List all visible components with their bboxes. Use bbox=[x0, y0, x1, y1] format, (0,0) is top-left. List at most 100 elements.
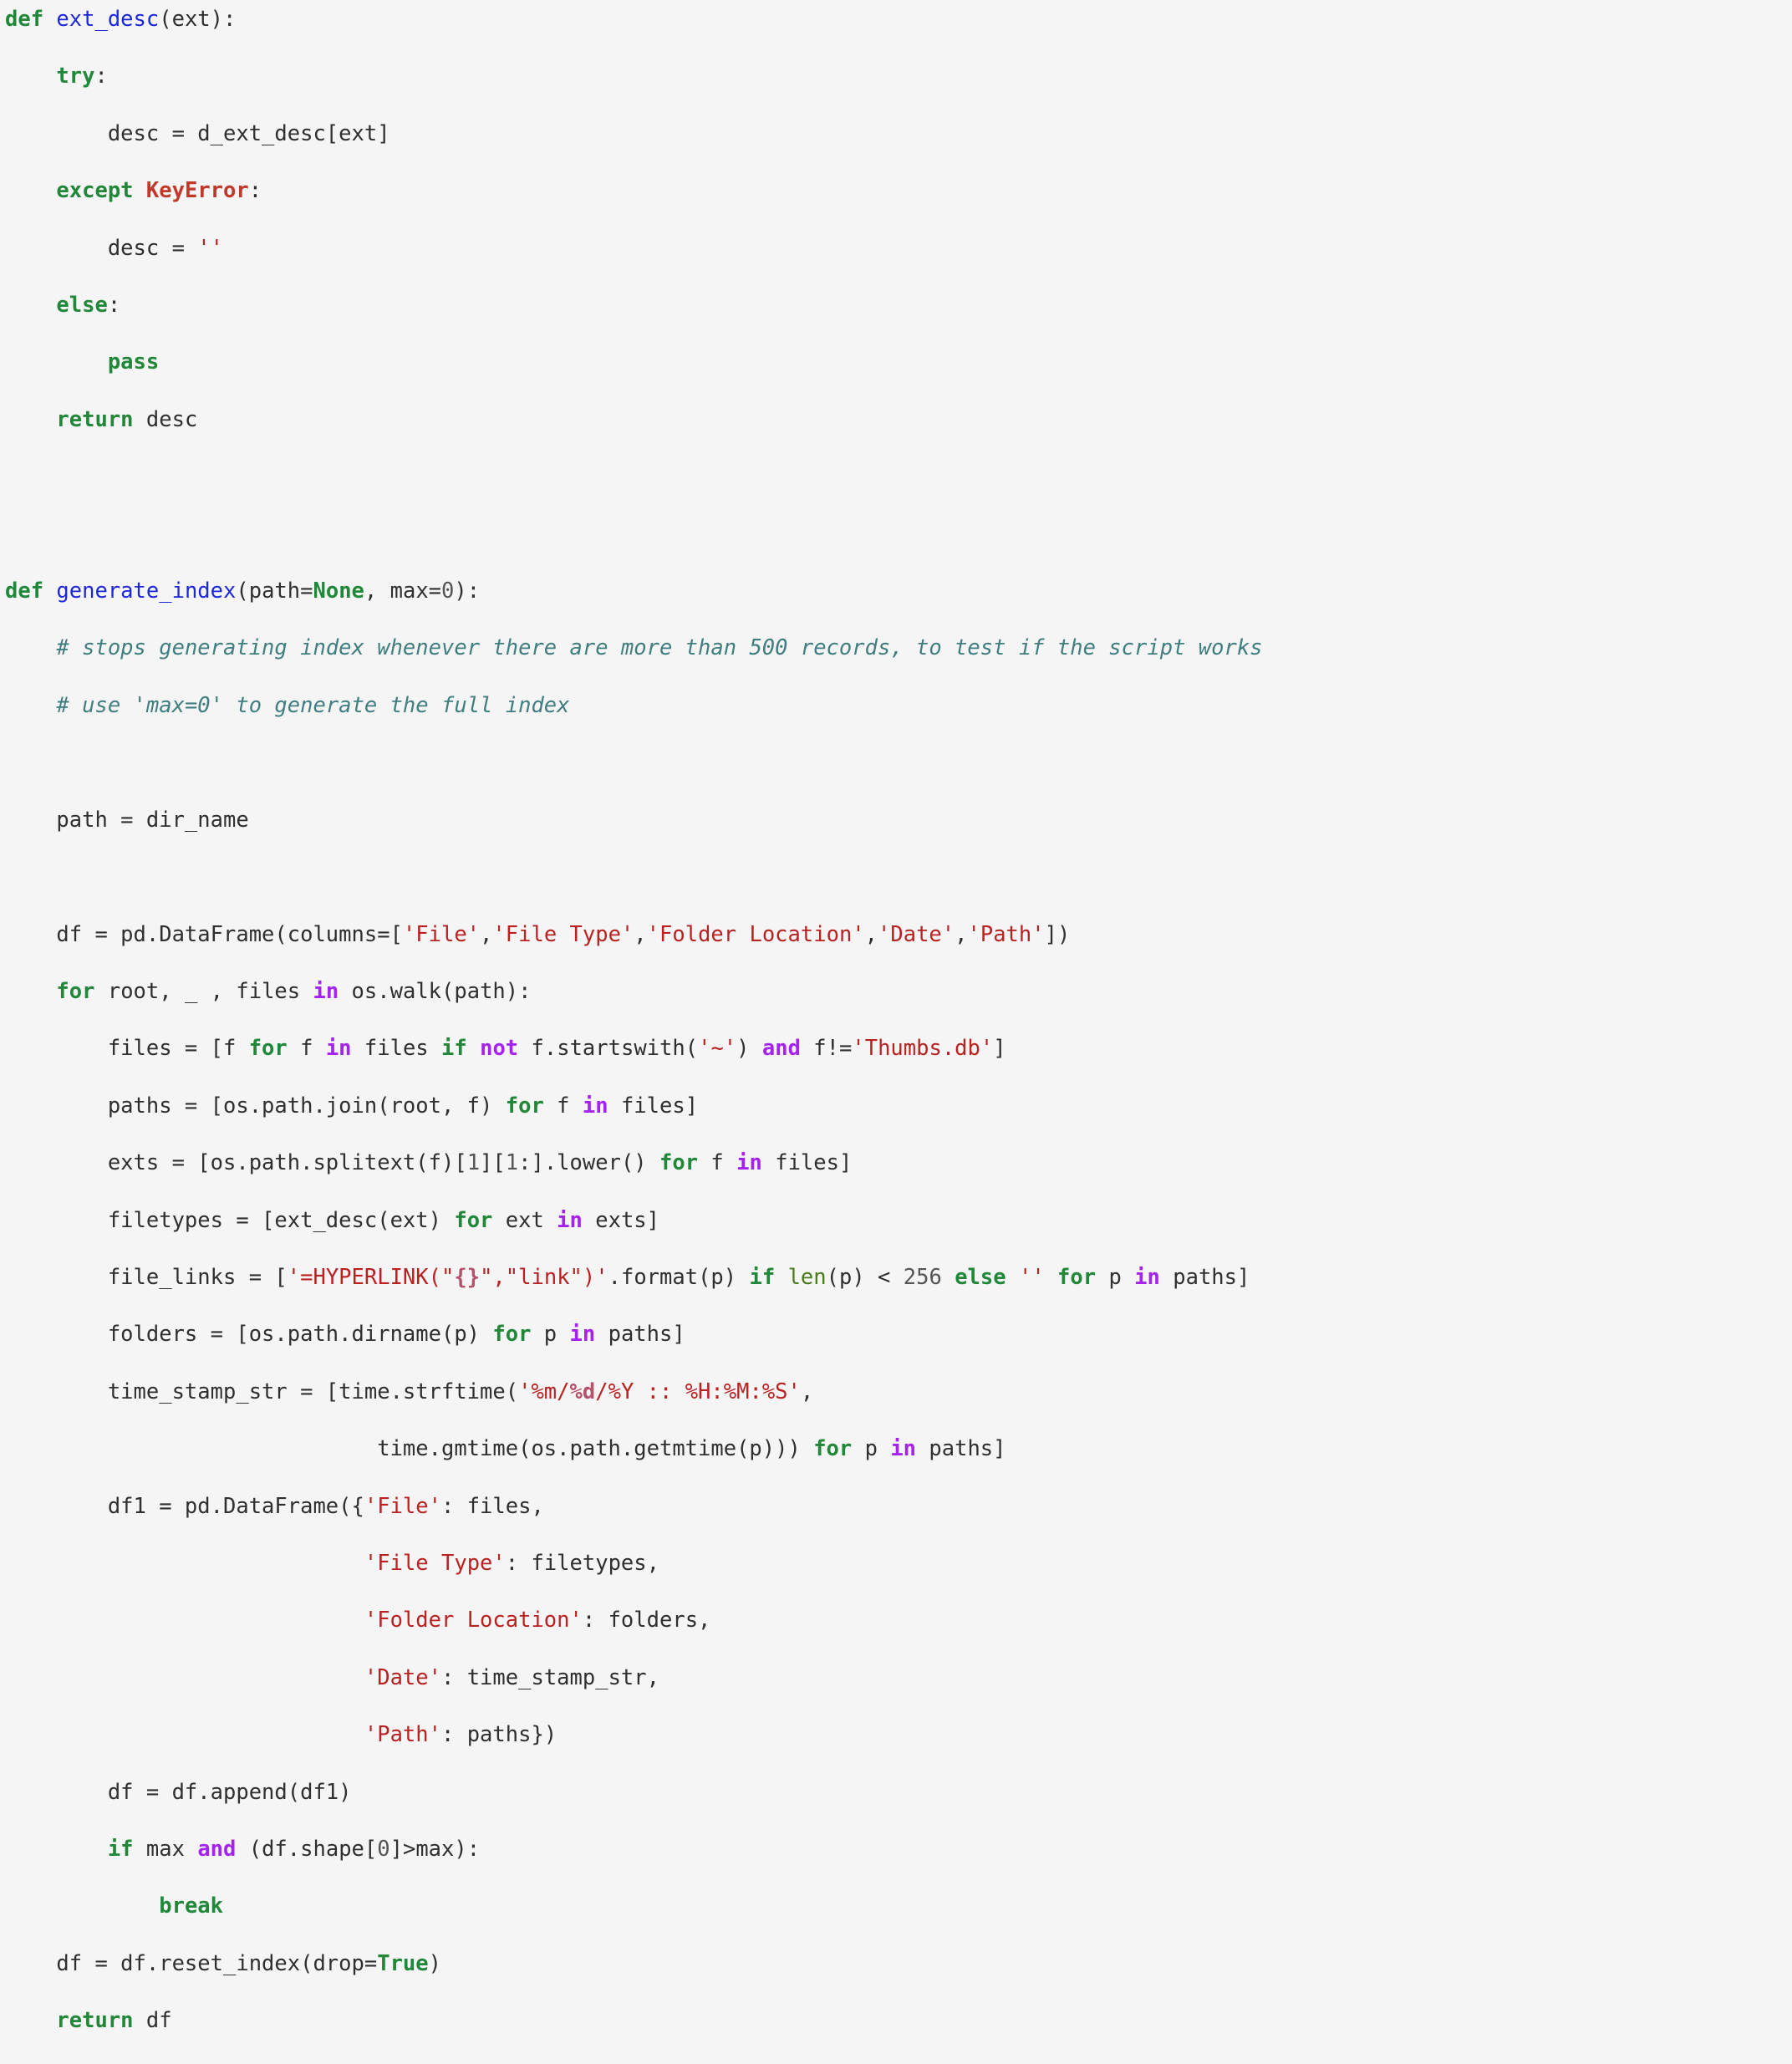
code-line: 'Path': paths}) bbox=[5, 1720, 1792, 1749]
code-line: # stops generating index whenever there … bbox=[5, 634, 1792, 662]
code-token-n: files bbox=[351, 1036, 442, 1062]
code-token-n: paths] bbox=[1159, 1264, 1250, 1290]
code-token-n: df bbox=[133, 2008, 172, 2034]
code-line: if max and (df.shape[0]>max): bbox=[5, 1835, 1792, 1863]
code-token-n: file_links = [ bbox=[5, 1264, 288, 1290]
code-token-k: if bbox=[749, 1264, 776, 1290]
code-token-n: : files, bbox=[441, 1493, 544, 1519]
code-line: df = pd.DataFrame(columns=['File','File … bbox=[5, 920, 1792, 949]
code-line: except KeyError: bbox=[5, 176, 1792, 205]
code-token-n: paths] bbox=[595, 1322, 685, 1348]
code-token-p: , bbox=[480, 921, 493, 947]
code-token-si: {} bbox=[454, 1264, 481, 1290]
code-token-s: 'Thumbs.db' bbox=[852, 1036, 994, 1062]
code-token-w bbox=[775, 1265, 787, 1290]
code-token-n: : folders, bbox=[582, 1608, 711, 1633]
code-token-k: for bbox=[56, 978, 95, 1004]
code-line: time.gmtime(os.path.getmtime(p))) for p … bbox=[5, 1435, 1792, 1463]
code-token-ne: KeyError bbox=[145, 178, 249, 204]
code-token-n: files] bbox=[608, 1093, 699, 1119]
code-token-p: ] bbox=[993, 1036, 1006, 1062]
code-token-w bbox=[5, 1665, 364, 1690]
code-token-w bbox=[5, 293, 56, 318]
code-token-nf: generate_index bbox=[56, 578, 237, 604]
code-token-m: 0 bbox=[441, 578, 455, 604]
code-line: for root, _ , files in os.walk(path): bbox=[5, 977, 1792, 1006]
code-token-w bbox=[5, 693, 56, 718]
code-token-n: time.gmtime(os.path.getmtime(p))) bbox=[5, 1436, 814, 1462]
code-token-n: f bbox=[698, 1150, 737, 1176]
code-token-n: f bbox=[287, 1036, 326, 1062]
code-token-nb: len bbox=[787, 1264, 827, 1290]
code-token-w bbox=[5, 1608, 364, 1633]
code-line: 'Folder Location': folders, bbox=[5, 1606, 1792, 1634]
code-listing: def ext_desc(ext): try: desc = d_ext_des… bbox=[0, 0, 1792, 2033]
code-token-k: for bbox=[813, 1436, 853, 1462]
code-line: df1 = pd.DataFrame({'File': files, bbox=[5, 1492, 1792, 1521]
code-line: file_links = ['=HYPERLINK("{}","link")'.… bbox=[5, 1263, 1792, 1292]
code-token-n: p bbox=[531, 1322, 570, 1348]
code-token-w bbox=[5, 1893, 159, 1919]
code-line: break bbox=[5, 1892, 1792, 1920]
code-token-k: if bbox=[441, 1036, 467, 1062]
code-token-k: def bbox=[5, 7, 44, 32]
code-token-n: : filetypes, bbox=[505, 1550, 659, 1576]
code-line: return desc bbox=[5, 405, 1792, 434]
code-token-s: 'Path' bbox=[364, 1722, 441, 1748]
code-token-k: else bbox=[56, 293, 108, 319]
code-token-n: f!= bbox=[800, 1036, 853, 1062]
code-token-k: try bbox=[56, 64, 95, 89]
code-token-p: ][ bbox=[480, 1150, 506, 1176]
code-token-n: filetypes = [ext_desc(ext) bbox=[5, 1207, 455, 1233]
code-line: folders = [os.path.dirname(p) for p in p… bbox=[5, 1320, 1792, 1348]
code-token-p: , bbox=[864, 921, 878, 947]
code-token-p: : bbox=[107, 293, 121, 319]
code-token-n: path = dir_name bbox=[5, 807, 249, 833]
code-token-s: 'File' bbox=[402, 921, 481, 947]
code-token-p: (ext): bbox=[159, 7, 237, 32]
code-token-n: ]>max): bbox=[389, 1837, 481, 1862]
code-token-p: , bbox=[634, 921, 647, 947]
code-token-nf: ext_desc bbox=[56, 7, 160, 32]
code-line: 'Date': time_stamp_str, bbox=[5, 1664, 1792, 1692]
code-token-s: 'Folder Location' bbox=[646, 921, 865, 947]
code-token-s: 'File Type' bbox=[364, 1550, 506, 1576]
code-token-n: folders = [os.path.dirname(p) bbox=[5, 1322, 493, 1348]
code-token-m: 1 bbox=[505, 1150, 519, 1176]
source-code-block[interactable]: def ext_desc(ext): try: desc = d_ext_des… bbox=[0, 5, 1792, 2064]
code-token-w bbox=[467, 1036, 480, 1061]
code-token-w bbox=[5, 407, 56, 432]
code-token-s: 'Folder Location' bbox=[364, 1608, 583, 1633]
code-token-n: df1 = pd.DataFrame({ bbox=[5, 1493, 364, 1519]
code-token-s: 'Path' bbox=[967, 921, 1045, 947]
code-line: else: bbox=[5, 291, 1792, 319]
code-token-k: for bbox=[505, 1093, 544, 1119]
code-token-k: break bbox=[159, 1893, 223, 1919]
code-token-p: : bbox=[94, 64, 108, 89]
code-token-w bbox=[43, 7, 56, 32]
code-token-n: ext bbox=[492, 1207, 557, 1233]
code-token-ow: in bbox=[736, 1150, 762, 1176]
code-token-k: for bbox=[1057, 1264, 1097, 1290]
code-token-k: return bbox=[56, 2008, 134, 2034]
code-token-n: f bbox=[543, 1093, 583, 1119]
code-token-k: except bbox=[56, 178, 134, 204]
code-line: 'File Type': filetypes, bbox=[5, 1549, 1792, 1577]
code-token-ow: and bbox=[761, 1036, 801, 1062]
code-token-n: f.startswith( bbox=[518, 1036, 699, 1062]
code-token-p: : bbox=[248, 178, 262, 204]
code-token-k: pass bbox=[107, 349, 160, 375]
code-token-ow: in bbox=[569, 1322, 596, 1348]
code-token-s: '' bbox=[1018, 1264, 1045, 1290]
code-token-ow: in bbox=[890, 1436, 917, 1462]
code-token-n: df = pd.DataFrame(columns=[ bbox=[5, 921, 403, 947]
code-token-w bbox=[5, 635, 56, 660]
code-token-kc: True bbox=[377, 1950, 429, 1976]
code-token-n: files] bbox=[761, 1150, 853, 1176]
code-token-w bbox=[5, 2008, 56, 2033]
code-token-s: '=HYPERLINK(" bbox=[287, 1264, 455, 1290]
code-token-s: '~' bbox=[698, 1036, 737, 1062]
code-token-w bbox=[134, 178, 146, 203]
